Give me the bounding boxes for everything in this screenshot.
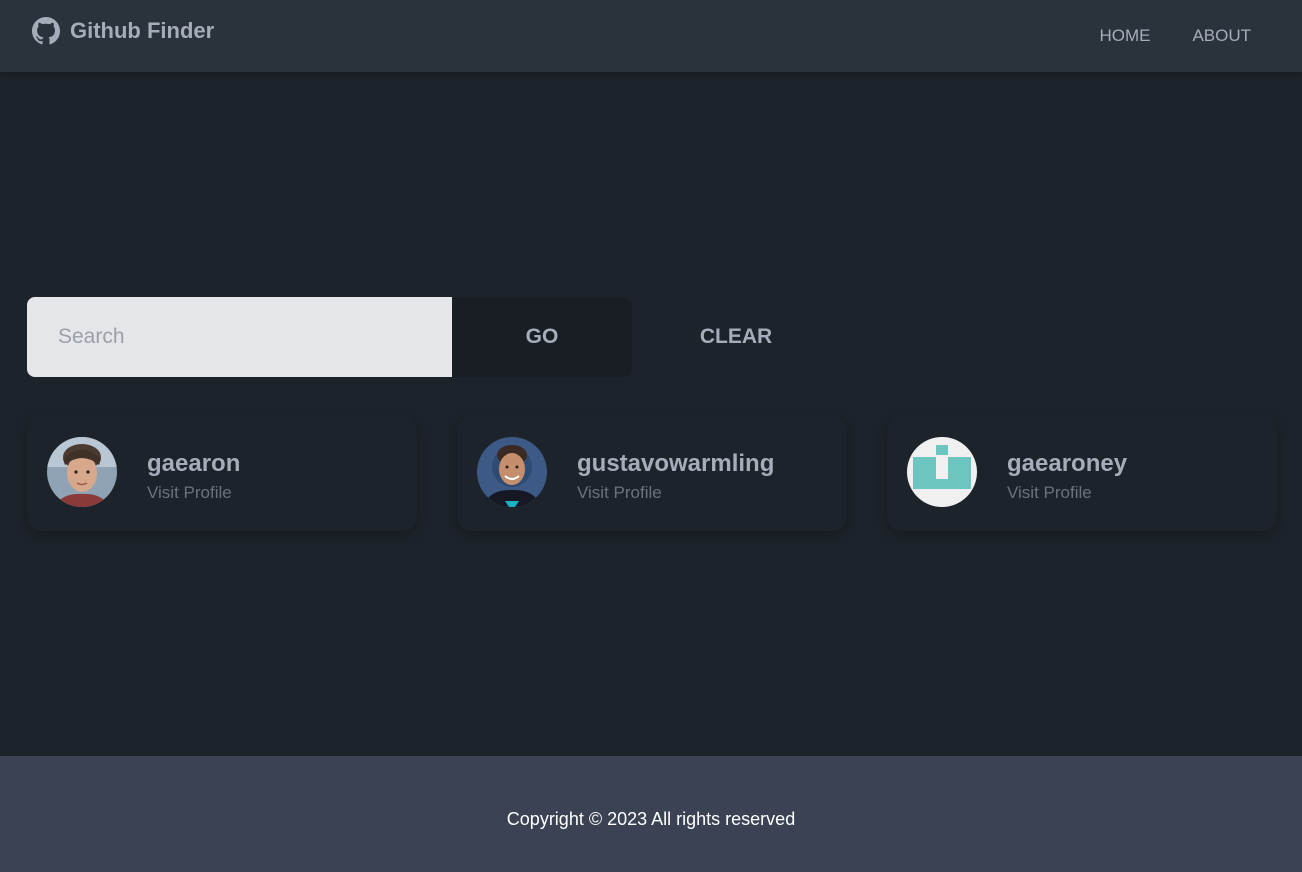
github-icon: [32, 17, 60, 45]
identicon-avatar[interactable]: [907, 437, 977, 507]
user-card: gustavowarmling Visit Profile: [457, 415, 847, 531]
footer: Copyright © 2023 All rights reserved: [0, 756, 1302, 872]
nav-links: HOME ABOUT: [1078, 0, 1272, 72]
user-card: gaearon Visit Profile: [27, 415, 417, 531]
visit-profile-link[interactable]: Visit Profile: [577, 483, 662, 503]
username: gaearon: [147, 450, 241, 477]
search-form: GO: [27, 297, 632, 377]
user-avatar[interactable]: [477, 437, 547, 507]
visit-profile-link[interactable]: Visit Profile: [1007, 483, 1092, 503]
brand[interactable]: Github Finder: [32, 17, 214, 45]
username: gustavowarmling: [577, 450, 775, 477]
go-button[interactable]: GO: [452, 297, 632, 377]
brand-title: Github Finder: [70, 18, 215, 43]
copyright-text: Copyright © 2023 All rights reserved: [506, 808, 796, 829]
user-avatar[interactable]: [47, 437, 117, 507]
search-input[interactable]: [27, 297, 452, 377]
visit-profile-link[interactable]: Visit Profile: [147, 483, 232, 503]
nav-about-link[interactable]: ABOUT: [1171, 16, 1272, 56]
clear-button[interactable]: CLEAR: [670, 297, 802, 377]
user-card: gaearoney Visit Profile: [887, 415, 1277, 531]
navbar: Github Finder HOME ABOUT: [0, 0, 1302, 72]
nav-home-link[interactable]: HOME: [1078, 16, 1171, 56]
username: gaearoney: [1007, 450, 1128, 477]
